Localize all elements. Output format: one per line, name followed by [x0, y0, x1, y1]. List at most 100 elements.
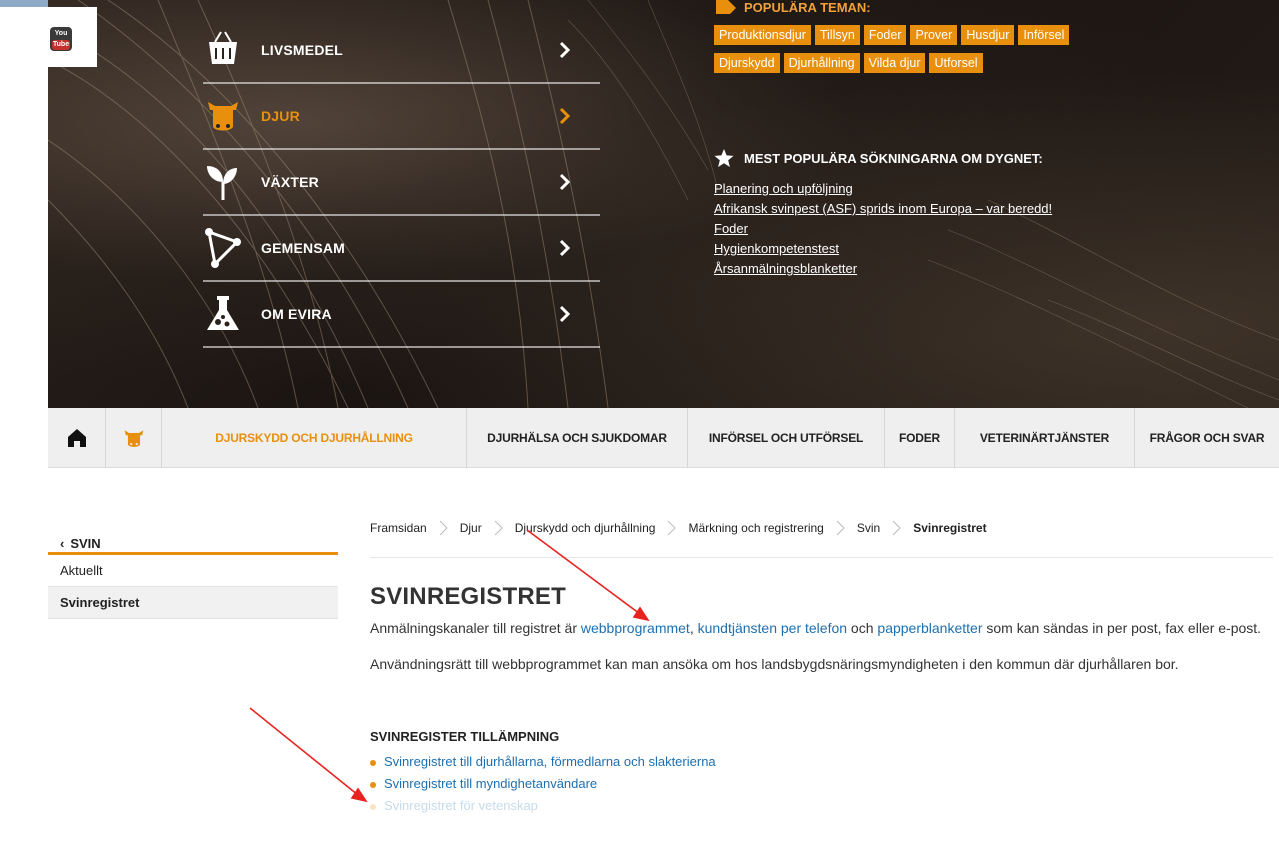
sidebar-back-link[interactable]: ‹ SVIN	[48, 528, 338, 555]
basket-icon	[209, 31, 237, 64]
sidebar-item-svinregistret[interactable]: Svinregistret	[48, 587, 338, 619]
popular-search-link[interactable]: Planering och upföljning	[714, 181, 853, 196]
popular-search-link[interactable]: Foder	[714, 221, 748, 236]
cow-icon	[124, 430, 143, 447]
subnav-item-fragor[interactable]: FRÅGOR OCH SVAR	[1135, 408, 1279, 468]
application-link[interactable]: Svinregistret till djurhållarna, förmedl…	[384, 754, 716, 769]
flask-icon	[207, 296, 239, 330]
subnav-item-veterinartjanster[interactable]: VETERINÄRTJÄNSTER	[955, 408, 1135, 468]
application-link[interactable]: Svinregistret för vetenskap	[384, 798, 538, 813]
topic-tag[interactable]: Utforsel	[929, 53, 983, 73]
youtube-icon: You Tube	[50, 27, 72, 51]
section-navigation: DJURSKYDD OCH DJURHÅLLNING DJURHÄLSA OCH…	[48, 408, 1279, 468]
popular-topics-heading: POPULÄRA TEMAN:	[744, 0, 871, 15]
cow-icon	[208, 102, 238, 131]
breadcrumb-link[interactable]: Djur	[460, 521, 482, 535]
chevron-right-icon	[892, 520, 901, 536]
main-navigation: LIVSMEDEL DJUR VÄXTER GEMENSAM OM EVIRA	[203, 18, 600, 348]
chevron-right-icon	[668, 520, 677, 536]
intro-paragraph: Anmälningskanaler till registret är webb…	[370, 617, 1270, 639]
topic-tag[interactable]: Djurhållning	[783, 53, 860, 73]
subnav-item-djurskydd[interactable]: DJURSKYDD OCH DJURHÅLLNING	[162, 408, 467, 468]
home-button[interactable]	[48, 408, 106, 468]
topic-tag[interactable]: Prover	[910, 25, 958, 45]
section-sidebar: ‹ SVIN Aktuellt Svinregistret	[48, 528, 338, 619]
usage-rights-paragraph: Användningsrätt till webbprogrammet kan …	[370, 656, 1179, 672]
nav-item-livsmedel[interactable]: LIVSMEDEL	[203, 18, 600, 84]
section-heading: SVINREGISTER TILLÄMPNING	[370, 729, 560, 744]
nav-item-om-evira[interactable]: OM EVIRA	[203, 282, 600, 348]
list-item: Foder	[714, 220, 1052, 240]
network-icon	[205, 228, 241, 268]
chevron-right-icon	[836, 520, 845, 536]
breadcrumb-current: Svinregistret	[913, 521, 987, 535]
divider	[370, 557, 1273, 558]
sidebar-back-label: SVIN	[70, 536, 101, 551]
main-content: SVINREGISTRET Anmälningskanaler till reg…	[370, 583, 1270, 820]
sprout-icon	[207, 166, 237, 200]
popular-searches-header: MEST POPULÄRA SÖKNINGARNA OM DYGNET:	[714, 148, 1234, 168]
chevron-right-icon	[559, 305, 571, 323]
chevron-right-icon	[559, 239, 571, 257]
star-icon	[714, 149, 734, 167]
papperblanketter-link[interactable]: papperblanketter	[877, 620, 982, 636]
nav-label-djur: DJUR	[261, 108, 300, 124]
topic-tag[interactable]: Foder	[863, 25, 907, 45]
tag-icon	[716, 0, 736, 14]
breadcrumb-link[interactable]: Märkning och registrering	[688, 521, 823, 535]
webbprogrammet-link[interactable]: webbprogrammet	[581, 620, 690, 636]
youtube-link[interactable]: You Tube	[0, 7, 97, 67]
subnav-item-djurhalsa[interactable]: DJURHÄLSA OCH SJUKDOMAR	[467, 408, 688, 468]
chevron-right-icon	[559, 107, 571, 125]
topic-tags: Produktionsdjur Tillsyn Foder Prover Husdjur…	[714, 25, 1234, 81]
animal-section-button[interactable]	[106, 408, 162, 468]
topic-tag[interactable]: Husdjur	[961, 25, 1015, 45]
nav-item-gemensam[interactable]: GEMENSAM	[203, 216, 600, 282]
nav-item-vaxter[interactable]: VÄXTER	[203, 150, 600, 216]
chevron-right-icon	[439, 520, 448, 536]
list-item: Planering och upföljning	[714, 180, 1052, 200]
topic-tag[interactable]: Tillsyn	[814, 25, 860, 45]
popular-search-link[interactable]: Afrikansk svinpest (ASF) sprids inom Eur…	[714, 201, 1052, 216]
nav-item-djur[interactable]: DJUR	[203, 84, 600, 150]
chevron-left-icon: ‹	[60, 536, 65, 551]
paragraph-text: som kan sändas in per post, fax eller e-…	[982, 620, 1262, 636]
topic-tag[interactable]: Införsel	[1018, 25, 1070, 45]
application-links-list: Svinregistret till djurhållarna, förmedl…	[370, 754, 1270, 820]
youtube-text-you: You	[54, 30, 68, 37]
subnav-item-inforsel[interactable]: INFÖRSEL OCH UTFÖRSEL	[688, 408, 885, 468]
breadcrumb-link[interactable]: Framsidan	[370, 521, 427, 535]
topic-tag[interactable]: Produktionsdjur	[714, 25, 811, 45]
chevron-right-icon	[494, 520, 503, 536]
home-icon	[67, 429, 86, 447]
list-item: Svinregistret till djurhållarna, förmedl…	[370, 754, 1270, 776]
subnav-item-foder[interactable]: FODER	[885, 408, 955, 468]
chevron-right-icon	[559, 173, 571, 191]
list-item: Årsanmälningsblanketter	[714, 260, 1052, 280]
paragraph-text: och	[847, 620, 878, 636]
annotation-arrow	[249, 707, 368, 803]
list-item: Svinregistret för vetenskap	[370, 798, 1270, 820]
popular-search-link[interactable]: Årsanmälningsblanketter	[714, 261, 857, 276]
list-item: Afrikansk svinpest (ASF) sprids inom Eur…	[714, 200, 1052, 220]
nav-label-livsmedel: LIVSMEDEL	[261, 42, 343, 58]
list-item: Hygienkompetenstest	[714, 240, 1052, 260]
sidebar-item-aktuellt[interactable]: Aktuellt	[48, 555, 338, 587]
application-link[interactable]: Svinregistret till myndighetanvändare	[384, 776, 597, 791]
page-title: SVINREGISTRET	[370, 583, 566, 610]
nav-label-om-evira: OM EVIRA	[261, 306, 332, 322]
topic-tag[interactable]: Djurskydd	[714, 53, 780, 73]
youtube-text-tube: Tube	[52, 40, 70, 50]
popular-searches-heading: MEST POPULÄRA SÖKNINGARNA OM DYGNET:	[744, 151, 1043, 166]
popular-searches-list: Planering och upföljning Afrikansk svinp…	[714, 180, 1052, 280]
breadcrumb-link[interactable]: Svin	[857, 521, 880, 535]
list-item: Svinregistret till myndighetanvändare	[370, 776, 1270, 798]
topic-tag[interactable]: Vilda djur	[863, 53, 926, 73]
breadcrumb-link[interactable]: Djurskydd och djurhållning	[515, 521, 656, 535]
popular-search-link[interactable]: Hygienkompetenstest	[714, 241, 839, 256]
nav-label-vaxter: VÄXTER	[261, 174, 319, 190]
paragraph-text: Anmälningskanaler till registret är	[370, 620, 581, 636]
kundtjansten-link[interactable]: kundtjänsten per telefon	[698, 620, 847, 636]
nav-label-gemensam: GEMENSAM	[261, 240, 346, 256]
breadcrumb: Framsidan Djur Djurskydd och djurhållnin…	[370, 513, 987, 543]
